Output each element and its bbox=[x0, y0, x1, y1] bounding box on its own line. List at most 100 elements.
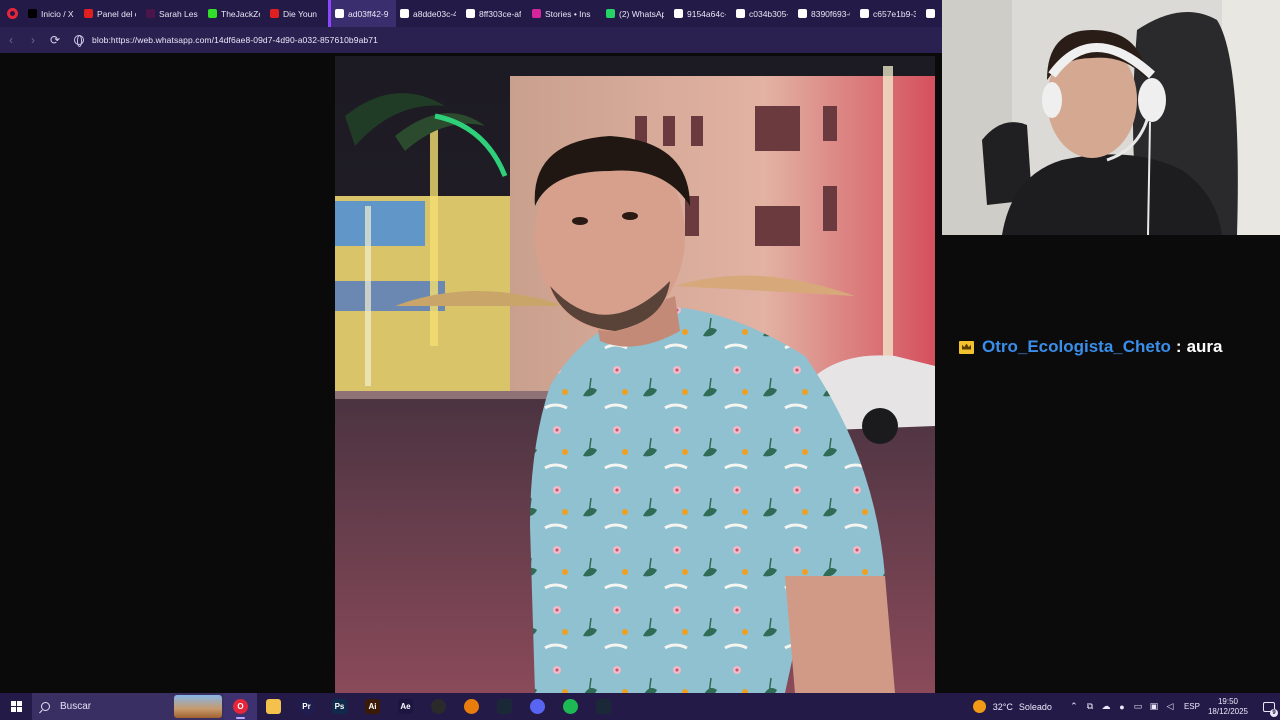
tab-label: 8ff303ce-af bbox=[479, 8, 522, 19]
cloud-icon[interactable]: ☁ bbox=[1098, 693, 1114, 720]
browser-tab[interactable]: Inicio / X bbox=[24, 0, 80, 27]
weather-temp[interactable]: 32°C bbox=[993, 702, 1013, 712]
file-icon bbox=[400, 9, 409, 18]
windows-icon bbox=[10, 701, 22, 712]
taskbar-app-button[interactable]: Ps bbox=[323, 693, 356, 720]
reload-button[interactable]: ⟳ bbox=[44, 27, 66, 53]
taskbar-app-button[interactable] bbox=[521, 693, 554, 720]
opera-logo-icon[interactable] bbox=[0, 0, 24, 27]
tab-label: c034b305-8 bbox=[749, 8, 788, 19]
taskbar-app-button[interactable] bbox=[587, 693, 620, 720]
slack-icon bbox=[146, 9, 155, 18]
taskbar-app-button[interactable]: Ae bbox=[389, 693, 422, 720]
browser-tab[interactable]: Sarah Lesso bbox=[142, 0, 204, 27]
photoshop-icon: Ps bbox=[332, 699, 347, 714]
tab-label: 9154a64c-c bbox=[687, 8, 726, 19]
crown-icon bbox=[959, 340, 974, 354]
browser-tab[interactable]: Stories • Ins bbox=[528, 0, 602, 27]
tab-label: Die Youn bbox=[283, 8, 318, 19]
browser-tab[interactable]: a8dde03c-4 bbox=[396, 0, 462, 27]
forward-button[interactable]: › bbox=[22, 27, 44, 53]
weather-condition[interactable]: Soleado bbox=[1019, 702, 1052, 712]
notification-center-button[interactable]: 9 bbox=[1258, 693, 1280, 720]
browser-tab[interactable]: Panel del ca bbox=[80, 0, 142, 27]
file-icon bbox=[674, 9, 683, 18]
start-button[interactable] bbox=[0, 693, 32, 720]
notification-count: 9 bbox=[1270, 709, 1278, 717]
tablet-icon[interactable]: ▭ bbox=[1130, 693, 1146, 720]
file-icon bbox=[860, 9, 869, 18]
kick-icon bbox=[208, 9, 217, 18]
browser-tab[interactable]: a bbox=[922, 0, 942, 27]
chat-message-text: aura bbox=[1186, 337, 1223, 356]
blender-icon bbox=[464, 699, 479, 714]
back-button[interactable]: ‹ bbox=[0, 27, 22, 53]
language-indicator[interactable]: ESP bbox=[1184, 702, 1200, 711]
tab-label: Sarah Lesso bbox=[159, 8, 198, 19]
browser-tab[interactable]: 8390f693-0 bbox=[794, 0, 856, 27]
file-explorer-icon bbox=[266, 699, 281, 714]
opera-browser-icon: O bbox=[233, 699, 248, 714]
youtube-icon bbox=[84, 9, 93, 18]
tab-label: (2) WhatsAp bbox=[619, 8, 664, 19]
obs-studio-icon bbox=[431, 699, 446, 714]
tab-label: ad03ff42-9 bbox=[348, 8, 389, 19]
file-icon bbox=[736, 9, 745, 18]
file-icon bbox=[466, 9, 475, 18]
url-field[interactable]: blob:https://web.whatsapp.com/14df6ae8-0… bbox=[92, 35, 378, 45]
microphone-icon[interactable]: ● bbox=[1114, 693, 1130, 720]
browser-tab[interactable]: 9154a64c-c bbox=[670, 0, 732, 27]
taskbar-app-button[interactable] bbox=[257, 693, 290, 720]
chat-overlay: Otro_Ecologista_Cheto : aura bbox=[935, 235, 1280, 693]
browser-tab[interactable]: c657e1b9-3 bbox=[856, 0, 922, 27]
file-icon bbox=[926, 9, 935, 18]
clock-date: 18/12/2025 bbox=[1207, 706, 1248, 716]
tab-label: c657e1b9-3 bbox=[873, 8, 916, 19]
screen-capture-icon[interactable]: ⧉ bbox=[1082, 693, 1098, 720]
browser-tab[interactable]: (2) WhatsAp bbox=[602, 0, 670, 27]
network-icon[interactable]: ▣ bbox=[1146, 693, 1162, 720]
chat-message: Otro_Ecologista_Cheto : aura bbox=[959, 337, 1223, 357]
taskbar-search[interactable]: Buscar bbox=[32, 693, 224, 720]
chevron-up-icon[interactable]: ⌃ bbox=[1066, 693, 1082, 720]
webcam-feed bbox=[942, 0, 1280, 235]
taskbar-app-button[interactable] bbox=[455, 693, 488, 720]
youtube-audio-icon bbox=[270, 9, 279, 18]
browser-tab[interactable]: TheJackZero bbox=[204, 0, 266, 27]
browser-tab-bar: Inicio / X Panel del ca Sarah Lesso TheJack… bbox=[0, 0, 942, 27]
photo-image bbox=[335, 56, 935, 693]
browser-tab[interactable]: ad03ff42-9 bbox=[328, 0, 396, 27]
discord-icon bbox=[530, 699, 545, 714]
steam-icon bbox=[497, 699, 512, 714]
file-icon bbox=[798, 9, 807, 18]
instagram-icon bbox=[532, 9, 541, 18]
search-highlight-image bbox=[174, 695, 222, 718]
chat-username: Otro_Ecologista_Cheto bbox=[982, 337, 1171, 356]
browser-tab[interactable]: c034b305-8 bbox=[732, 0, 794, 27]
after-effects-icon: Ae bbox=[398, 699, 413, 714]
browser-tab[interactable]: 8ff303ce-af bbox=[462, 0, 528, 27]
taskbar-app-button[interactable]: Pr bbox=[290, 693, 323, 720]
taskbar-app-button[interactable]: Ai bbox=[356, 693, 389, 720]
taskbar-app-button[interactable]: O bbox=[224, 693, 257, 720]
clock[interactable]: 19:50 18/12/2025 bbox=[1208, 697, 1248, 717]
premiere-pro-icon: Pr bbox=[299, 699, 314, 714]
site-info-icon[interactable] bbox=[74, 35, 84, 47]
taskbar-app-button[interactable] bbox=[488, 693, 521, 720]
volume-icon[interactable]: ◁ bbox=[1162, 693, 1178, 720]
clock-time: 19:50 bbox=[1217, 696, 1238, 706]
taskbar: Buscar O Pr Ps Ai Ae 32°C Soleado ⌃ ⧉ ☁ ● ▭ … bbox=[0, 693, 1280, 720]
tab-label: TheJackZero bbox=[221, 8, 260, 19]
file-icon bbox=[335, 9, 344, 18]
x-logo-icon bbox=[28, 9, 37, 18]
taskbar-app-button[interactable] bbox=[554, 693, 587, 720]
tab-label: Stories • Ins bbox=[545, 8, 591, 19]
browser-tab[interactable]: Die Youn bbox=[266, 0, 328, 27]
tab-label: Inicio / X bbox=[41, 8, 74, 19]
taskbar-app-button[interactable] bbox=[422, 693, 455, 720]
steam-icon-2 bbox=[596, 699, 611, 714]
spotify-icon bbox=[563, 699, 578, 714]
illustrator-icon: Ai bbox=[365, 699, 380, 714]
weather-sun-icon[interactable] bbox=[972, 700, 986, 713]
search-placeholder: Buscar bbox=[60, 701, 92, 712]
